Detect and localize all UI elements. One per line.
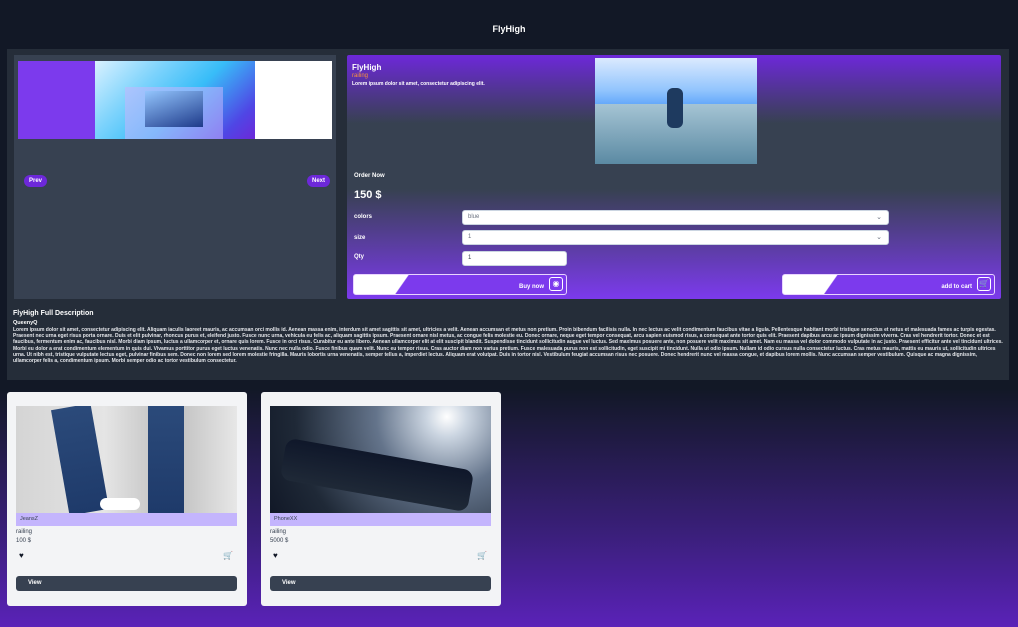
qty-label: Qty (354, 254, 365, 260)
image-leg (148, 406, 184, 513)
app-title: FlyHigh (492, 24, 526, 34)
full-description-author: QueenyQ (13, 320, 38, 326)
image-slider: Prev Next (14, 55, 336, 299)
qty-input[interactable]: 1 (462, 251, 567, 266)
colors-select-value: blue (468, 214, 480, 220)
product-rating: railing (352, 73, 369, 79)
prev-button[interactable]: Prev (24, 175, 48, 187)
size-select[interactable]: 1 ⌄ (462, 230, 889, 245)
add-to-cart-label: add to cart (941, 284, 972, 290)
order-now-label: Order Now (354, 173, 385, 179)
product-tile-image (270, 406, 491, 513)
product-name: FlyHigh (352, 63, 382, 72)
slide-image (95, 61, 255, 139)
bag-icon: ◉ (549, 277, 563, 291)
product-tile: PhoneXX railing 5000 $ ♥ 🛒 View (261, 392, 501, 606)
product-image (595, 58, 757, 164)
cart-icon: 🛒 (977, 277, 991, 291)
image-shoe (100, 498, 140, 510)
heart-icon[interactable]: ♥ (273, 551, 278, 560)
colors-select[interactable]: blue ⌄ (462, 210, 889, 225)
size-select-value: 1 (468, 234, 472, 240)
view-button[interactable]: View (16, 576, 237, 591)
product-tile-rating: railing (16, 529, 33, 535)
heart-icon[interactable]: ♥ (19, 551, 24, 560)
image-leg (51, 406, 109, 513)
cart-icon[interactable]: 🛒 (223, 551, 233, 560)
add-to-cart-button[interactable]: add to cart 🛒 (782, 274, 995, 295)
chevron-down-icon: ⌄ (876, 234, 882, 241)
product-tile: JeansZ railing 100 $ ♥ 🛒 View (7, 392, 247, 606)
slide-thumbnail (145, 91, 203, 127)
product-price: 150 $ (354, 189, 382, 201)
cart-icon[interactable]: 🛒 (477, 551, 487, 560)
product-detail-panel: Prev Next FlyHigh railing Lorem ipsum do… (7, 49, 1009, 380)
product-order-card: FlyHigh railing Lorem ipsum dolor sit am… (347, 55, 1001, 299)
image-figure (667, 88, 683, 128)
slide-background (18, 61, 95, 139)
next-button[interactable]: Next (306, 175, 330, 187)
image-phone (279, 437, 475, 513)
colors-label: colors (354, 214, 373, 220)
full-description-title: FlyHigh Full Description (13, 310, 94, 317)
product-tile-name: JeansZ (16, 513, 237, 526)
product-tile-image (16, 406, 237, 513)
size-label: size (354, 235, 366, 241)
buy-now-label: Buy now (519, 284, 544, 290)
product-tile-price: 100 $ (16, 538, 32, 544)
product-tile-price: 5000 $ (270, 538, 289, 544)
product-short-description: Lorem ipsum dolor sit amet, consectetur … (352, 81, 485, 87)
product-tile-rating: railing (270, 529, 287, 535)
chevron-down-icon: ⌄ (876, 214, 882, 221)
product-tile-name: PhoneXX (270, 513, 491, 526)
full-description-body: Lorem ipsum dolor sit amet, consectetur … (13, 327, 1003, 365)
slider-viewport (18, 61, 332, 139)
view-button[interactable]: View (270, 576, 491, 591)
buy-now-button[interactable]: Buy now ◉ (353, 274, 567, 295)
